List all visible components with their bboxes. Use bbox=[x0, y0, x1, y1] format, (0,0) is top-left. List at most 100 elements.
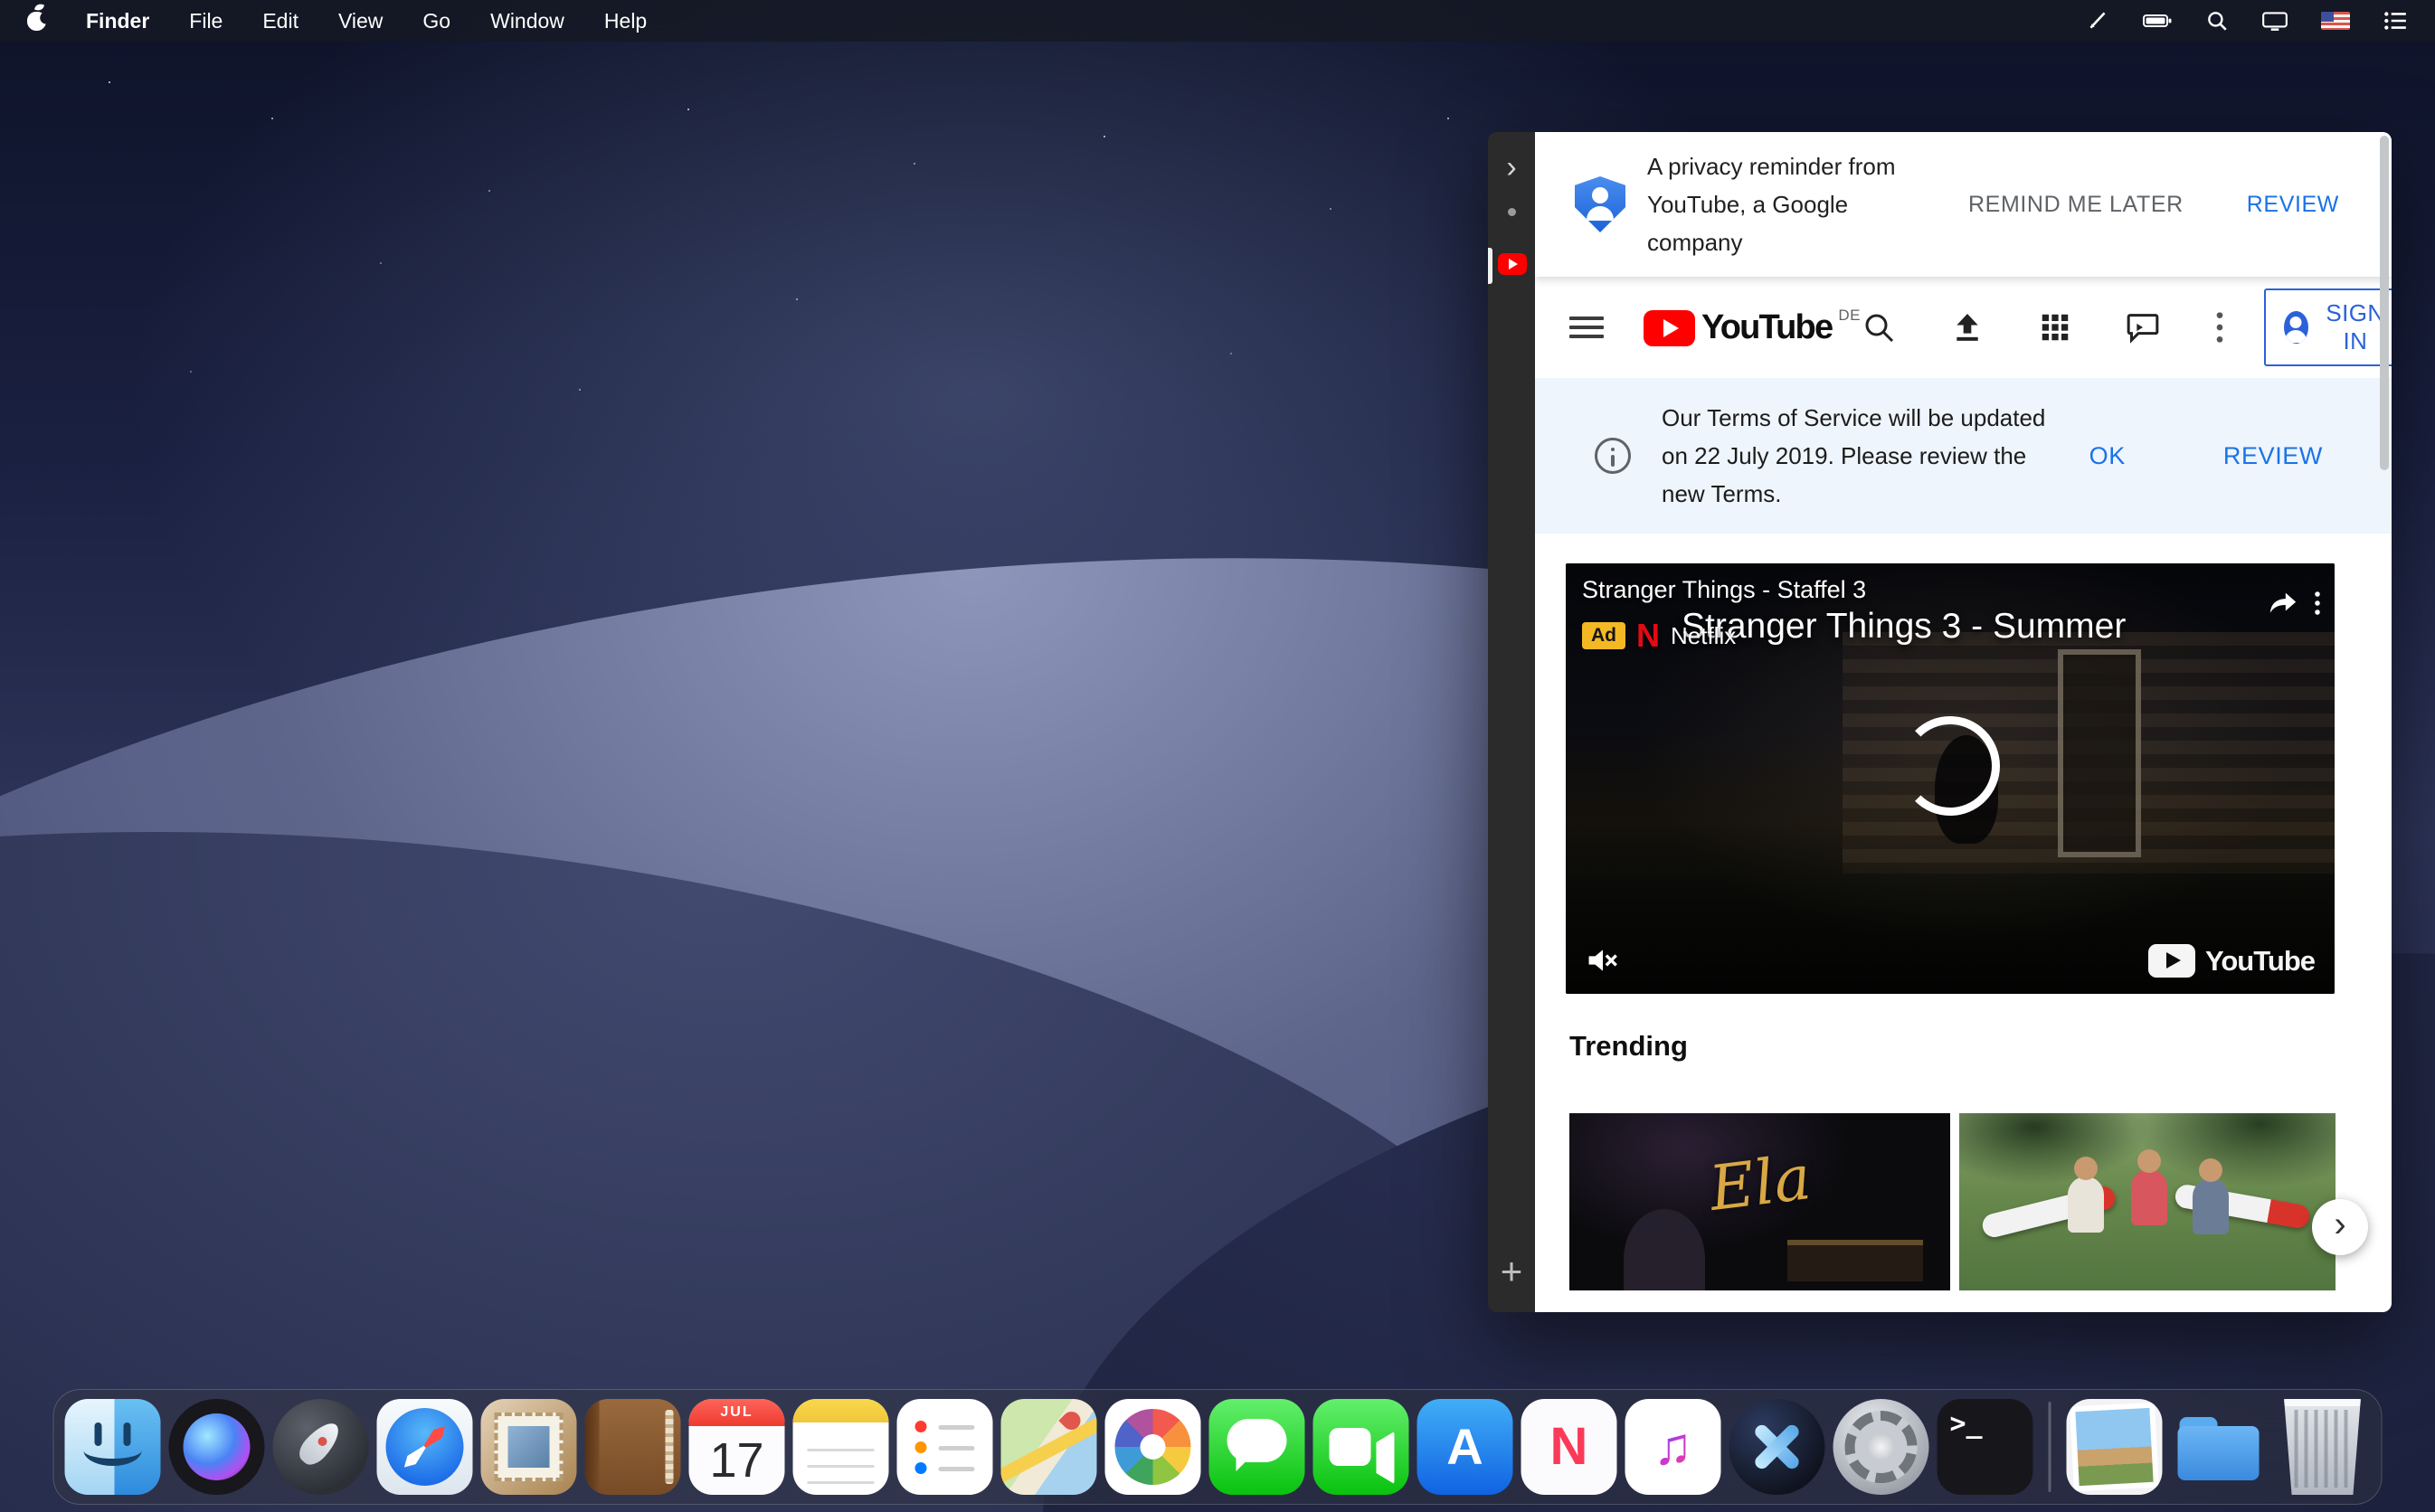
dock-reminders-icon[interactable] bbox=[897, 1399, 993, 1495]
youtube-play-icon bbox=[1644, 310, 1695, 346]
dock-contacts-icon[interactable] bbox=[585, 1399, 681, 1495]
youtube-logo-text: YouTube bbox=[1701, 307, 1832, 348]
ad-badge: Ad bbox=[1582, 622, 1625, 649]
displays-icon[interactable] bbox=[2261, 9, 2288, 33]
news-glyph: N bbox=[1550, 1421, 1588, 1473]
player-kebab-icon[interactable] bbox=[2313, 589, 2322, 618]
terms-ok-button[interactable]: OK bbox=[2089, 442, 2126, 470]
dock-trash-icon[interactable] bbox=[2275, 1399, 2371, 1495]
youtube-header: YouTube DE SIGN IN bbox=[1535, 277, 2392, 378]
apps-grid-icon[interactable] bbox=[2038, 310, 2072, 345]
calendar-month: JUL bbox=[689, 1399, 785, 1426]
youtube-tab[interactable] bbox=[1488, 242, 1535, 289]
youtube-watermark-play-icon bbox=[2148, 944, 2195, 978]
loading-spinner bbox=[1900, 716, 2000, 816]
dock-photos-icon[interactable] bbox=[1105, 1399, 1201, 1495]
dock-finder-icon[interactable] bbox=[65, 1399, 161, 1495]
privacy-banner: A privacy reminder from YouTube, a Googl… bbox=[1535, 132, 2392, 277]
desktop: Finder File Edit View Go Window Help › + bbox=[0, 0, 2435, 1512]
muted-speaker-icon[interactable] bbox=[1586, 945, 1620, 976]
apple-menu-icon[interactable] bbox=[27, 12, 46, 31]
trending-thumbnail-1[interactable]: Ela bbox=[1569, 1113, 1950, 1290]
youtube-region-label: DE bbox=[1838, 307, 1861, 325]
remind-me-later-button[interactable]: REMIND ME LATER bbox=[1968, 192, 2184, 218]
video-player[interactable]: Stranger Things - Staffel 3 Ad N Netflix… bbox=[1566, 563, 2335, 994]
chat-icon[interactable] bbox=[2125, 309, 2161, 345]
calendar-day: 17 bbox=[689, 1426, 785, 1495]
menu-help[interactable]: Help bbox=[604, 9, 647, 33]
battery-icon[interactable] bbox=[2142, 9, 2173, 33]
add-tab-button[interactable]: + bbox=[1488, 1252, 1535, 1290]
thumbnail-person bbox=[2193, 1178, 2229, 1234]
ad-video-title: Stranger Things - Staffel 3 bbox=[1582, 576, 1866, 604]
dock-terminal-icon[interactable]: >_ bbox=[1938, 1399, 2033, 1495]
thumbnail-figure bbox=[1624, 1209, 1705, 1290]
video-scene-door bbox=[2058, 649, 2141, 857]
keyboard-flag-icon[interactable] bbox=[2321, 12, 2350, 30]
dock-safari-icon[interactable] bbox=[377, 1399, 473, 1495]
trending-shelf: Ela bbox=[1569, 1113, 2392, 1290]
dock-notes-icon[interactable] bbox=[793, 1399, 889, 1495]
hamburger-menu-icon[interactable] bbox=[1569, 315, 1604, 340]
thumbnail-title-text: Ela bbox=[1705, 1142, 1814, 1225]
trending-thumbnail-2[interactable] bbox=[1959, 1113, 2336, 1290]
youtube-watermark-text: YouTube bbox=[2205, 945, 2315, 978]
menu-go[interactable]: Go bbox=[422, 9, 450, 33]
thumbnail-person bbox=[2131, 1169, 2167, 1225]
browser-panel-window: › + A privacy reminder from YouTube, a G… bbox=[1488, 132, 2392, 1312]
collapse-chevron-icon[interactable]: › bbox=[1488, 152, 1535, 183]
dock-divider bbox=[2049, 1402, 2051, 1492]
sign-in-button[interactable]: SIGN IN bbox=[2264, 288, 2392, 366]
dock-appstore-icon[interactable]: A bbox=[1417, 1399, 1513, 1495]
menu-window[interactable]: Window bbox=[490, 9, 564, 33]
dock-facetime-icon[interactable] bbox=[1313, 1399, 1409, 1495]
dock-itunes-icon[interactable]: ♫ bbox=[1625, 1399, 1721, 1495]
menu-view[interactable]: View bbox=[338, 9, 383, 33]
trending-next-button[interactable]: › bbox=[2312, 1199, 2368, 1255]
kebab-menu-icon[interactable] bbox=[2213, 309, 2226, 345]
share-icon[interactable] bbox=[2268, 590, 2298, 617]
panel-content: A privacy reminder from YouTube, a Googl… bbox=[1535, 132, 2392, 1312]
dock-x-app-icon[interactable] bbox=[1729, 1399, 1825, 1495]
menu-bar: Finder File Edit View Go Window Help bbox=[0, 0, 2435, 42]
info-icon bbox=[1595, 438, 1631, 474]
dock-maps-icon[interactable] bbox=[1001, 1399, 1097, 1495]
upload-icon[interactable] bbox=[1949, 309, 1985, 345]
chevron-right-icon: › bbox=[2334, 1206, 2345, 1243]
pen-tablet-icon[interactable] bbox=[2086, 9, 2109, 33]
dock-calendar-icon[interactable]: JUL 17 bbox=[689, 1399, 785, 1495]
privacy-banner-message: A privacy reminder from YouTube, a Googl… bbox=[1647, 147, 1946, 261]
dock-downloads-folder-icon[interactable] bbox=[2171, 1399, 2267, 1495]
list-menu-icon[interactable] bbox=[2383, 9, 2408, 33]
active-tab-bar bbox=[1488, 248, 1492, 284]
menu-file[interactable]: File bbox=[189, 9, 223, 33]
video-overlay-title: Stranger Things 3 - Summer bbox=[1682, 607, 2126, 647]
dock-mail-icon[interactable] bbox=[481, 1399, 577, 1495]
spotlight-icon[interactable] bbox=[2205, 9, 2229, 33]
terminal-prompt-glyph: >_ bbox=[1950, 1408, 1983, 1440]
youtube-watermark: YouTube bbox=[2148, 944, 2315, 978]
tab-indicator-dot bbox=[1508, 208, 1516, 216]
thumbnail-desk bbox=[1787, 1240, 1923, 1281]
advertiser-name: Netflix bbox=[1671, 622, 1736, 650]
dock-system-preferences-icon[interactable] bbox=[1833, 1399, 1929, 1495]
youtube-logo[interactable]: YouTube DE bbox=[1644, 307, 1861, 348]
search-icon[interactable] bbox=[1861, 309, 1897, 345]
scrollbar-thumb[interactable] bbox=[2380, 136, 2389, 470]
itunes-note-glyph: ♫ bbox=[1653, 1421, 1693, 1473]
wallpaper-stars bbox=[109, 81, 110, 83]
dock-siri-icon[interactable] bbox=[169, 1399, 265, 1495]
menu-edit[interactable]: Edit bbox=[262, 9, 298, 33]
dock-launchpad-icon[interactable] bbox=[273, 1399, 369, 1495]
dock: JUL 17 A N ♫ >_ bbox=[53, 1389, 2383, 1505]
terms-notice-message: Our Terms of Service will be updated on … bbox=[1662, 399, 2059, 513]
sign-in-label: SIGN IN bbox=[2322, 299, 2389, 355]
dock-messages-icon[interactable] bbox=[1209, 1399, 1305, 1495]
dock-news-icon[interactable]: N bbox=[1521, 1399, 1617, 1495]
privacy-review-button[interactable]: REVIEW bbox=[2247, 192, 2339, 218]
dock-pictures-stack-icon[interactable] bbox=[2067, 1399, 2163, 1495]
active-app-name[interactable]: Finder bbox=[86, 9, 149, 33]
terms-review-button[interactable]: REVIEW bbox=[2223, 442, 2323, 470]
trending-heading: Trending bbox=[1569, 1030, 2392, 1063]
privacy-shield-icon bbox=[1575, 176, 1625, 232]
